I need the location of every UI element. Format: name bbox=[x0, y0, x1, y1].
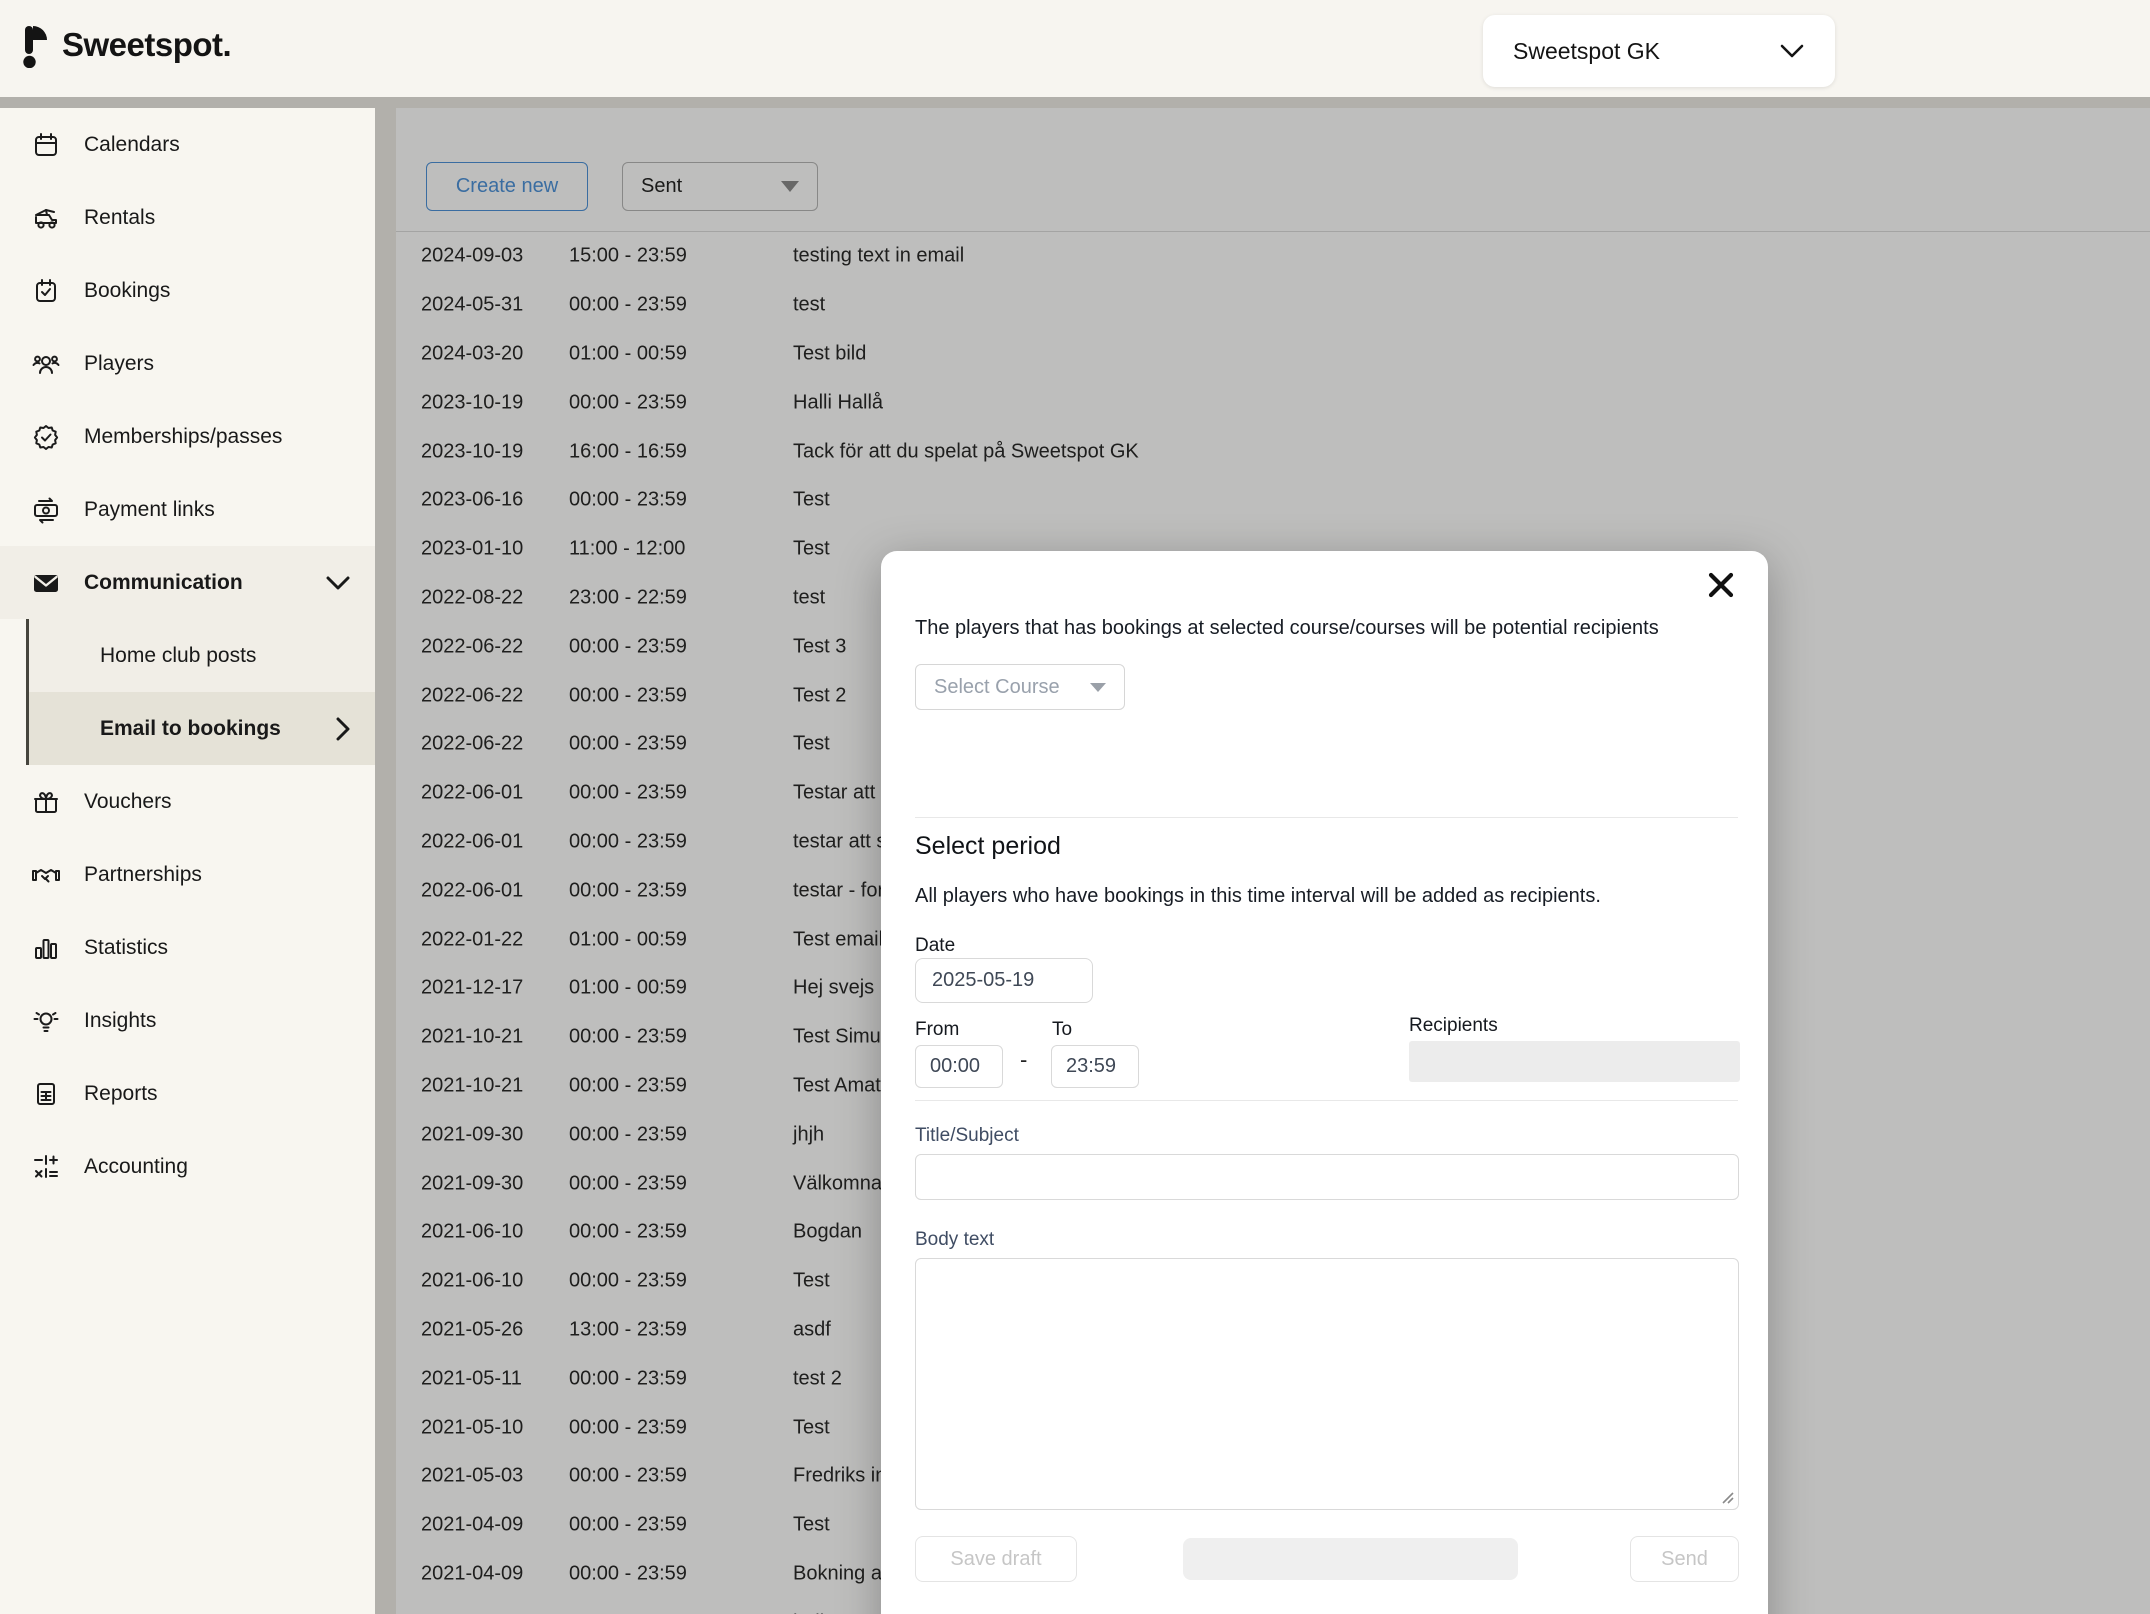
time-range-separator: - bbox=[1020, 1047, 1027, 1073]
document-icon bbox=[30, 1078, 62, 1110]
club-selector-dropdown[interactable]: Sweetspot GK bbox=[1483, 15, 1835, 87]
save-draft-button[interactable]: Save draft bbox=[915, 1536, 1077, 1582]
sidebar-item-label: Memberships/passes bbox=[84, 425, 282, 449]
sidebar-item-payment-links[interactable]: Payment links bbox=[0, 473, 375, 546]
people-icon bbox=[30, 348, 62, 380]
sidebar-nav: Calendars Rentals Bookings bbox=[0, 108, 375, 1614]
golf-cart-icon bbox=[30, 202, 62, 234]
sidebar-subitem-label: Home club posts bbox=[100, 644, 256, 668]
modal-intro-text: The players that has bookings at selecte… bbox=[915, 617, 1705, 640]
sidebar-item-statistics[interactable]: Statistics bbox=[0, 911, 375, 984]
sidebar-item-label: Reports bbox=[84, 1082, 158, 1106]
handshake-icon bbox=[30, 859, 62, 891]
select-period-description: All players who have bookings in this ti… bbox=[915, 885, 1715, 908]
bar-chart-icon bbox=[30, 932, 62, 964]
from-label: From bbox=[915, 1019, 959, 1041]
sidebar-item-label: Calendars bbox=[84, 133, 180, 157]
logo-wordmark: Sweetspot. bbox=[62, 26, 231, 64]
sidebar-item-memberships[interactable]: Memberships/passes bbox=[0, 400, 375, 473]
close-icon[interactable] bbox=[1706, 568, 1740, 602]
sidebar-item-players[interactable]: Players bbox=[0, 327, 375, 400]
seal-check-icon bbox=[30, 421, 62, 453]
send-button[interactable]: Send bbox=[1630, 1536, 1739, 1582]
sweetspot-logo: Sweetspot. bbox=[22, 22, 231, 68]
sidebar-item-label: Insights bbox=[84, 1009, 156, 1033]
banknote-arrows-icon bbox=[30, 494, 62, 526]
to-time-input[interactable] bbox=[1051, 1045, 1139, 1088]
app-screen: Sweetspot. Sweetspot GK Create new Sent bbox=[0, 0, 2150, 1614]
lightbulb-icon bbox=[30, 1005, 62, 1037]
date-input[interactable] bbox=[915, 958, 1093, 1003]
section-divider bbox=[915, 817, 1738, 818]
sidebar-subitem-label: Email to bookings bbox=[100, 717, 281, 741]
top-header: Sweetspot. Sweetspot GK bbox=[0, 0, 2150, 97]
sidebar-item-bookings[interactable]: Bookings bbox=[0, 254, 375, 327]
select-period-heading: Select period bbox=[915, 832, 1061, 861]
schedule-placeholder-button[interactable] bbox=[1183, 1538, 1518, 1580]
triangle-down-icon bbox=[1090, 683, 1106, 692]
sidebar-item-label: Accounting bbox=[84, 1155, 188, 1179]
sidebar-item-label: Vouchers bbox=[84, 790, 172, 814]
calendar-check-icon bbox=[30, 275, 62, 307]
sidebar-item-communication[interactable]: Communication bbox=[0, 546, 375, 619]
math-symbols-icon bbox=[30, 1151, 62, 1183]
chevron-down-icon bbox=[1779, 43, 1805, 59]
sidebar-subitem-home-club-posts[interactable]: Home club posts bbox=[29, 619, 375, 692]
title-subject-input[interactable] bbox=[915, 1154, 1739, 1200]
sidebar-item-label: Players bbox=[84, 352, 154, 376]
sidebar-item-calendars[interactable]: Calendars bbox=[0, 108, 375, 181]
sweetspot-logo-icon bbox=[22, 22, 52, 68]
sidebar-item-reports[interactable]: Reports bbox=[0, 1057, 375, 1130]
sidebar-item-rentals[interactable]: Rentals bbox=[0, 181, 375, 254]
body-text-label: Body text bbox=[915, 1229, 994, 1251]
chevron-right-icon bbox=[336, 717, 350, 741]
sidebar-item-accounting[interactable]: Accounting bbox=[0, 1130, 375, 1203]
recipients-field[interactable] bbox=[1409, 1041, 1740, 1082]
sidebar-item-label: Statistics bbox=[84, 936, 168, 960]
date-label: Date bbox=[915, 935, 955, 957]
body-text-textarea[interactable] bbox=[915, 1258, 1739, 1510]
club-selector-value: Sweetspot GK bbox=[1513, 38, 1779, 65]
to-label: To bbox=[1052, 1019, 1072, 1041]
sidebar-subitem-email-to-bookings[interactable]: Email to bookings bbox=[29, 692, 375, 765]
from-time-input[interactable] bbox=[915, 1045, 1003, 1088]
course-select-placeholder: Select Course bbox=[934, 676, 1060, 699]
email-to-bookings-modal: The players that has bookings at selecte… bbox=[881, 551, 1768, 1614]
sidebar-item-partnerships[interactable]: Partnerships bbox=[0, 838, 375, 911]
gift-icon bbox=[30, 786, 62, 818]
title-subject-label: Title/Subject bbox=[915, 1125, 1019, 1147]
app-body: Create new Sent 2024-09-03 15:00 - 23:59… bbox=[0, 97, 2150, 1614]
chevron-down-icon bbox=[326, 576, 350, 590]
recipients-label: Recipients bbox=[1409, 1015, 1498, 1037]
sidebar-item-insights[interactable]: Insights bbox=[0, 984, 375, 1057]
calendar-icon bbox=[30, 129, 62, 161]
sidebar-item-label: Partnerships bbox=[84, 863, 202, 887]
sidebar-item-label: Rentals bbox=[84, 206, 155, 230]
communication-submenu: Home club posts Email to bookings bbox=[26, 619, 375, 765]
section-divider bbox=[915, 1100, 1738, 1101]
sidebar-item-label: Communication bbox=[84, 571, 243, 595]
envelope-filled-icon bbox=[30, 567, 62, 599]
course-select-dropdown[interactable]: Select Course bbox=[915, 664, 1125, 710]
sidebar-item-vouchers[interactable]: Vouchers bbox=[0, 765, 375, 838]
sidebar-item-label: Bookings bbox=[84, 279, 170, 303]
sidebar-item-label: Payment links bbox=[84, 498, 215, 522]
